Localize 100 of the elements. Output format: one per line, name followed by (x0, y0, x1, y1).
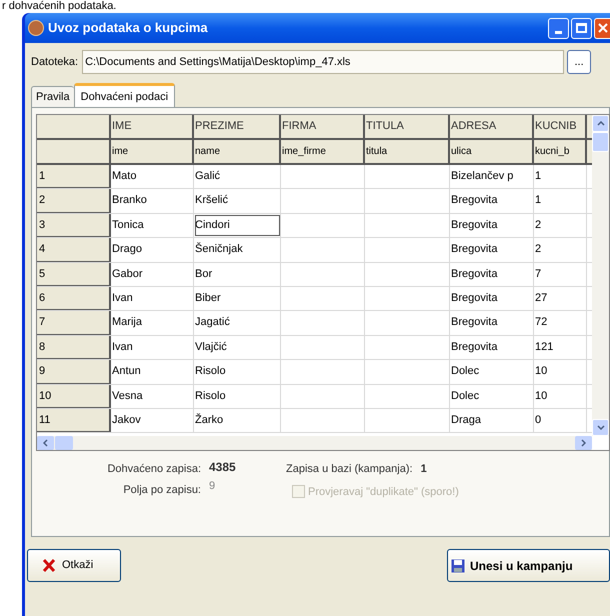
file-path-field[interactable]: C:\Documents and Settings\Matija\Desktop\imp_47.xls (82, 50, 564, 74)
row-header[interactable]: 8 (37, 336, 111, 360)
scroll-up-button[interactable] (592, 115, 609, 132)
table-cell: Bizelančev p (450, 165, 534, 188)
table-cell: Antun (111, 360, 194, 384)
column-header[interactable]: ADRESA (450, 115, 534, 138)
table-cell: 2 (534, 238, 587, 262)
table-cell: Gabor (111, 262, 194, 286)
scroll-left-button[interactable] (37, 436, 54, 450)
chevron-up-icon (596, 121, 604, 126)
chevron-down-icon (596, 425, 604, 430)
row-header[interactable]: 9 (37, 360, 111, 384)
database-records-label: Zapisa u bazi (kampanja): (286, 462, 413, 477)
field-name-cell: titula (365, 140, 450, 163)
table-cell: 10 (534, 360, 587, 384)
table-cell: 0 (534, 408, 587, 432)
field-name-cell: name (194, 140, 281, 163)
table-cell: Ivan (111, 336, 194, 360)
table-cell: Drago (111, 238, 194, 262)
table-cell: Bregovita (450, 262, 534, 286)
tab[interactable]: Dohvaćeni podaci (74, 83, 176, 108)
table-cell: Jagatić (194, 311, 281, 335)
table-cell: Bregovita (450, 286, 534, 310)
duplicates-check-label: Provjeravaj "duplikate" (sporo!) (308, 484, 459, 500)
row-header[interactable]: 7 (37, 311, 111, 335)
chevron-left-icon (43, 439, 48, 447)
row-header[interactable]: 6 (37, 286, 111, 310)
scroll-thumb[interactable] (592, 132, 609, 152)
table-cell: 2 (534, 214, 587, 238)
table-cell: Galić (194, 165, 281, 188)
file-label: Datoteka: (31, 54, 78, 70)
column-header[interactable]: KUCNIB (534, 115, 587, 138)
table-cell: Risolo (194, 384, 281, 408)
table-cell: 1 (534, 189, 587, 213)
table-cell: Bregovita (450, 311, 534, 335)
database-records-value: 1 (420, 462, 427, 477)
table-cell: Žarko (194, 408, 281, 432)
tab[interactable]: Pravila (31, 86, 74, 107)
table-cell: Ivan (111, 286, 194, 310)
fetched-records-label: Dohvaćeno zapisa: (107, 462, 201, 477)
app-icon (28, 20, 44, 36)
row-header[interactable]: 1 (37, 165, 111, 188)
table-cell: Cindori (194, 214, 281, 238)
table-cell: Vesna (111, 384, 194, 408)
cross-icon (42, 558, 56, 573)
table-cell: Draga (450, 408, 534, 432)
column-header[interactable]: PREZIME (194, 115, 281, 138)
table-cell: Mato (111, 165, 194, 188)
chevron-right-icon (581, 439, 586, 447)
browse-button[interactable]: ... (567, 50, 592, 74)
scroll-down-button[interactable] (592, 419, 609, 436)
fields-per-record-value: 9 (209, 479, 216, 494)
column-header[interactable]: IME (111, 115, 194, 138)
table-cell: 27 (534, 286, 587, 310)
column-header[interactable]: TITULA (365, 115, 450, 138)
table-cell: Šeničnjak (194, 238, 281, 262)
table-cell: Vlajčić (194, 336, 281, 360)
table-cell: Dolec (450, 360, 534, 384)
table-cell: 121 (534, 336, 587, 360)
table-cell: Jakov (111, 408, 194, 432)
column-header[interactable]: FIRMA (281, 115, 365, 138)
table-cell: 72 (534, 311, 587, 335)
row-header[interactable]: 2 (37, 189, 111, 213)
minimize-button[interactable] (548, 18, 569, 38)
table-cell: 7 (534, 262, 587, 286)
row-header[interactable]: 3 (37, 214, 111, 238)
field-name-cell: ime (111, 140, 194, 163)
close-icon (598, 23, 608, 33)
field-name-cell: ime_firme (281, 140, 365, 163)
table-cell: Bregovita (450, 214, 534, 238)
caption-text: r dohvaćenih podataka. (2, 0, 116, 12)
table-cell: Marija (111, 311, 194, 335)
table-cell: 10 (534, 384, 587, 408)
table-cell: Tonica (111, 214, 194, 238)
table-cell: Bregovita (450, 336, 534, 360)
row-header[interactable]: 11 (37, 408, 111, 432)
row-header[interactable]: 5 (37, 262, 111, 286)
maximize-button[interactable] (571, 18, 592, 38)
fields-per-record-label: Polja po zapisu: (123, 482, 201, 498)
table-cell: Biber (194, 286, 281, 310)
field-name-cell: kucni_b (534, 140, 587, 163)
row-header[interactable]: 4 (37, 238, 111, 262)
vertical-scrollbar[interactable] (592, 115, 609, 436)
table-cell: Branko (111, 189, 194, 213)
close-button[interactable] (594, 18, 610, 38)
table-cell: Bor (194, 262, 281, 286)
row-header[interactable]: 10 (37, 384, 111, 408)
scroll-right-button[interactable] (575, 436, 592, 450)
table-cell: Bregovita (450, 238, 534, 262)
horizontal-scrollbar[interactable] (37, 436, 592, 450)
table-cell: Kršelić (194, 189, 281, 213)
scroll-thumb[interactable] (55, 436, 73, 450)
table-cell: Dolec (450, 384, 534, 408)
cancel-button[interactable]: Otkaži (27, 549, 121, 582)
field-name-cell: ulica (450, 140, 534, 163)
submit-button[interactable]: Unesi u kampanju (447, 549, 610, 582)
table-cell: Bregovita (450, 189, 534, 213)
fetched-records-value: 4385 (209, 461, 237, 474)
table-cell: Risolo (194, 360, 281, 384)
window-title: Uvoz podataka o kupcima (48, 19, 208, 38)
